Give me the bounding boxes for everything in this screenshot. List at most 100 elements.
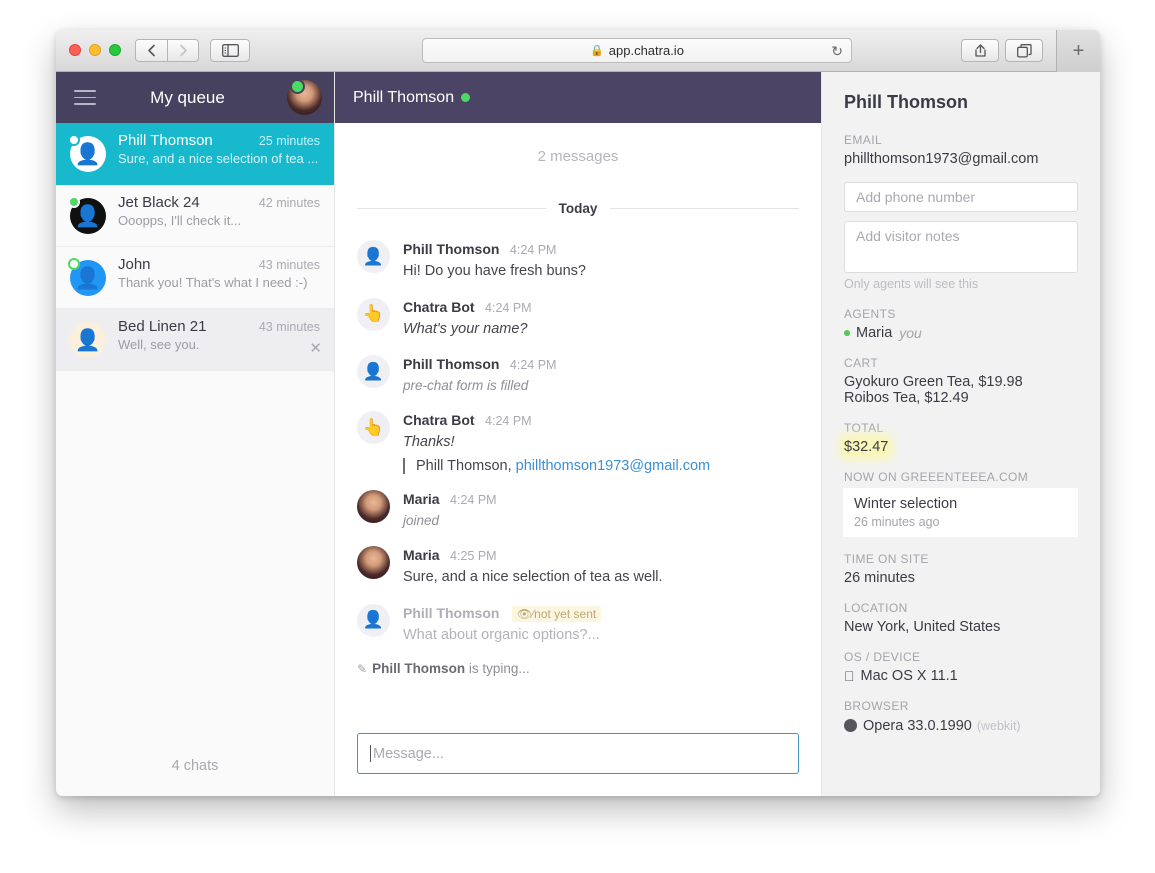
- typing-suffix: is typing...: [465, 661, 530, 676]
- close-window-button[interactable]: [69, 44, 81, 56]
- share-button[interactable]: [961, 39, 999, 62]
- location-value: New York, United States: [844, 619, 1078, 635]
- message-input-placeholder: Message...: [373, 746, 444, 762]
- message-time: 4:24 PM: [510, 358, 557, 372]
- agents-block: AGENTS Maria you: [844, 307, 1078, 341]
- day-separator-label: Today: [546, 201, 611, 216]
- share-icon: [974, 43, 987, 58]
- message-scroll-area[interactable]: 2 messages Today 👤 Phill Thomson 4:24 PM…: [335, 123, 821, 723]
- messages-count-label: 2 messages: [357, 148, 799, 165]
- visitor-avatar: 👤: [357, 355, 390, 388]
- sidebar-toggle-icon: [222, 44, 239, 57]
- sidebar-toggle-button[interactable]: [210, 39, 250, 62]
- message-author: Maria: [403, 547, 440, 563]
- divider-line: [357, 208, 546, 209]
- conversation-time: 42 minutes: [259, 196, 320, 210]
- agent-you-label: you: [899, 325, 922, 341]
- message-author: Maria: [403, 491, 440, 507]
- message-row: 👆 Chatra Bot 4:24 PM What's your name?: [357, 298, 799, 340]
- bot-avatar: 👆: [357, 411, 390, 444]
- visitor-avatar: 👤: [357, 604, 390, 637]
- address-bar-url: app.chatra.io: [609, 43, 684, 58]
- online-status-dot: [68, 196, 80, 208]
- phone-input-placeholder: Add phone number: [856, 189, 975, 205]
- conversation-item-bed-linen-21[interactable]: 👤 Bed Linen 21 43 minutes Well, see you.…: [56, 309, 334, 371]
- day-separator: Today: [357, 201, 799, 216]
- total-label: TOTAL: [844, 421, 1078, 435]
- new-tab-button[interactable]: +: [1056, 30, 1100, 72]
- browser-toolbar: 🔒 app.chatra.io ↻ +: [56, 30, 1100, 72]
- current-agent-avatar[interactable]: [287, 80, 322, 115]
- chatra-app: My queue 👤 Phill Thomson 25 minutes Sure…: [56, 72, 1100, 796]
- chevron-right-icon: [179, 44, 188, 57]
- message-text: pre-chat form is filled: [403, 377, 799, 395]
- browser-engine: (webkit): [977, 719, 1021, 733]
- conversation-time: 43 minutes: [259, 320, 320, 334]
- agent-row: Maria you: [844, 325, 1078, 341]
- show-tabs-button[interactable]: [1005, 39, 1043, 62]
- online-status-dot: [461, 93, 470, 102]
- message-text: What about organic options?...: [403, 626, 799, 646]
- agent-photo-avatar: [357, 546, 390, 579]
- location-label: LOCATION: [844, 601, 1078, 615]
- cart-item: Roibos Tea, $12.49: [844, 390, 1078, 406]
- visitor-notes-input[interactable]: Add visitor notes: [844, 221, 1078, 273]
- conversation-list: 👤 Phill Thomson 25 minutes Sure, and a n…: [56, 123, 334, 736]
- message-time: 4:24 PM: [510, 243, 557, 257]
- text-caret: [370, 745, 371, 762]
- os-device-value: Mac OS X 11.1: [861, 668, 958, 684]
- conversation-item-phill-thomson[interactable]: 👤 Phill Thomson 25 minutes Sure, and a n…: [56, 123, 334, 185]
- cart-item: Gyokuro Green Tea, $19.98: [844, 374, 1078, 390]
- reload-icon[interactable]: ↻: [831, 43, 843, 60]
- message-author: Phill Thomson: [403, 605, 499, 621]
- avatar: 👤: [70, 322, 106, 358]
- current-page-time: 26 minutes ago: [854, 515, 1067, 529]
- avatar: 👤: [70, 198, 106, 234]
- quote-visitor-name: Phill Thomson,: [416, 458, 516, 474]
- eye-slash-icon: 👁⁄: [517, 607, 534, 621]
- typing-author: Phill Thomson: [372, 661, 465, 676]
- lock-icon: 🔒: [590, 44, 604, 57]
- maximize-window-button[interactable]: [109, 44, 121, 56]
- window-controls: [69, 44, 121, 56]
- forward-button[interactable]: [167, 39, 199, 62]
- fade-overlay: [822, 770, 1100, 796]
- apple-icon: : [844, 668, 855, 684]
- message-row: Maria 4:24 PM joined: [357, 490, 799, 530]
- chat-panel: Phill Thomson 2 messages Today 👤 Phill T…: [334, 72, 822, 796]
- conversation-name: Phill Thomson: [118, 132, 259, 149]
- address-bar[interactable]: 🔒 app.chatra.io ↻: [422, 38, 852, 63]
- current-page-card[interactable]: Winter selection 26 minutes ago: [843, 488, 1078, 537]
- phone-input[interactable]: Add phone number: [844, 182, 1078, 212]
- now-on-site-block: NOW ON GREEENTEEEA.COM Winter selection …: [844, 470, 1078, 537]
- conversation-name: Bed Linen 21: [118, 318, 259, 335]
- typing-indicator: ✎ Phill Thomson is typing...: [357, 661, 799, 676]
- close-conversation-icon[interactable]: ✕: [309, 341, 322, 356]
- agent-photo-avatar: [357, 490, 390, 523]
- minimize-window-button[interactable]: [89, 44, 101, 56]
- browser-row: Opera 33.0.1990 (webkit): [844, 717, 1078, 734]
- avatar: 👤: [70, 260, 106, 296]
- conversation-item-john[interactable]: 👤 John 43 minutes Thank you! That's what…: [56, 247, 334, 309]
- message-row-pending: 👤 Phill Thomson 👁⁄not yet sent What abou…: [357, 604, 799, 646]
- email-label: EMAIL: [844, 133, 1078, 147]
- opera-icon: [844, 719, 857, 732]
- message-author: Chatra Bot: [403, 299, 475, 315]
- conversation-preview: Thank you! That's what I need :-): [118, 275, 320, 290]
- back-button[interactable]: [135, 39, 167, 62]
- message-input[interactable]: Message...: [357, 733, 799, 774]
- message-row: 👤 Phill Thomson 4:24 PM Hi! Do you have …: [357, 240, 799, 282]
- message-author: Chatra Bot: [403, 412, 475, 428]
- message-text: Hi! Do you have fresh buns?: [403, 262, 799, 282]
- time-on-site-value: 26 minutes: [844, 570, 1078, 586]
- quote-visitor-email[interactable]: phillthomson1973@gmail.com: [516, 458, 710, 474]
- pencil-icon: ✎: [357, 662, 367, 676]
- visitor-notes-placeholder: Add visitor notes: [856, 228, 960, 244]
- conversation-preview: Well, see you.: [118, 337, 320, 352]
- conversation-time: 43 minutes: [259, 258, 320, 272]
- conversation-preview: Sure, and a nice selection of tea ...: [118, 151, 320, 166]
- total-value: $32.47: [844, 439, 888, 455]
- conversation-item-jet-black-24[interactable]: 👤 Jet Black 24 42 minutes Ooopps, I'll c…: [56, 185, 334, 247]
- browser-block: BROWSER Opera 33.0.1990 (webkit): [844, 699, 1078, 734]
- current-page-title: Winter selection: [854, 496, 1067, 512]
